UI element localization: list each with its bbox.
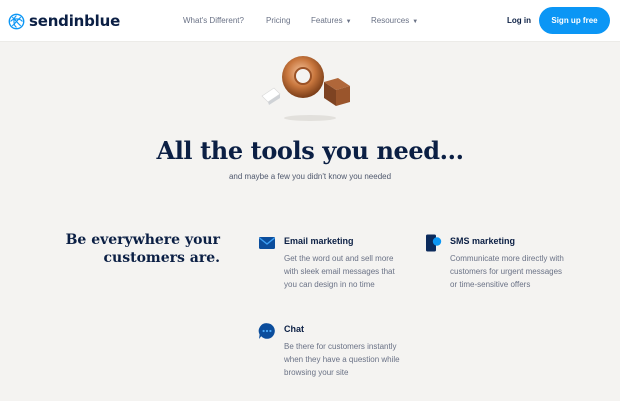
sendinblue-logo[interactable]: sendinblue [8, 10, 120, 32]
signup-button[interactable]: Sign up free [539, 7, 610, 34]
chevron-down-icon: ▼ [345, 19, 352, 25]
feature-description: Communicate more directly with customers… [450, 254, 564, 289]
brand-name: sendinblue [29, 12, 121, 30]
feature-title: Email marketing [284, 236, 354, 246]
nav-features[interactable]: Features ▼ [311, 15, 352, 28]
top-navbar: sendinblue What's Different? Pricing Fea… [0, 0, 620, 42]
chat-bubble-icon [258, 323, 275, 339]
hero-subtitle: and maybe a few you didn't know you need… [228, 172, 392, 181]
feature-description: Get the word out and sell more with slee… [284, 254, 395, 289]
login-link[interactable]: Log in [507, 15, 531, 27]
logo-spiral-icon [8, 13, 25, 29]
envelope-icon [259, 237, 275, 249]
section-heading-line2: customers are. [103, 250, 220, 266]
nav-features-label: Features [311, 16, 343, 25]
nav-resources-label: Resources [371, 16, 410, 25]
nav-resources[interactable]: Resources ▼ [371, 15, 418, 28]
hero-3d-shapes-illustration [261, 56, 350, 121]
feature-title: SMS marketing [450, 236, 516, 246]
nav-pricing[interactable]: Pricing [266, 15, 290, 27]
nav-whats-different[interactable]: What's Different? [183, 15, 244, 27]
phone-icon [426, 234, 442, 252]
feature-title: Chat [284, 324, 304, 334]
section-heading: Be everywhere your customers are. [60, 231, 220, 267]
feature-description: Be there for customers instantly when th… [284, 342, 400, 377]
hero-title: All the tools you need... [156, 136, 464, 165]
chevron-down-icon: ▼ [412, 19, 419, 25]
section-heading-line1: Be everywhere your [65, 232, 220, 248]
